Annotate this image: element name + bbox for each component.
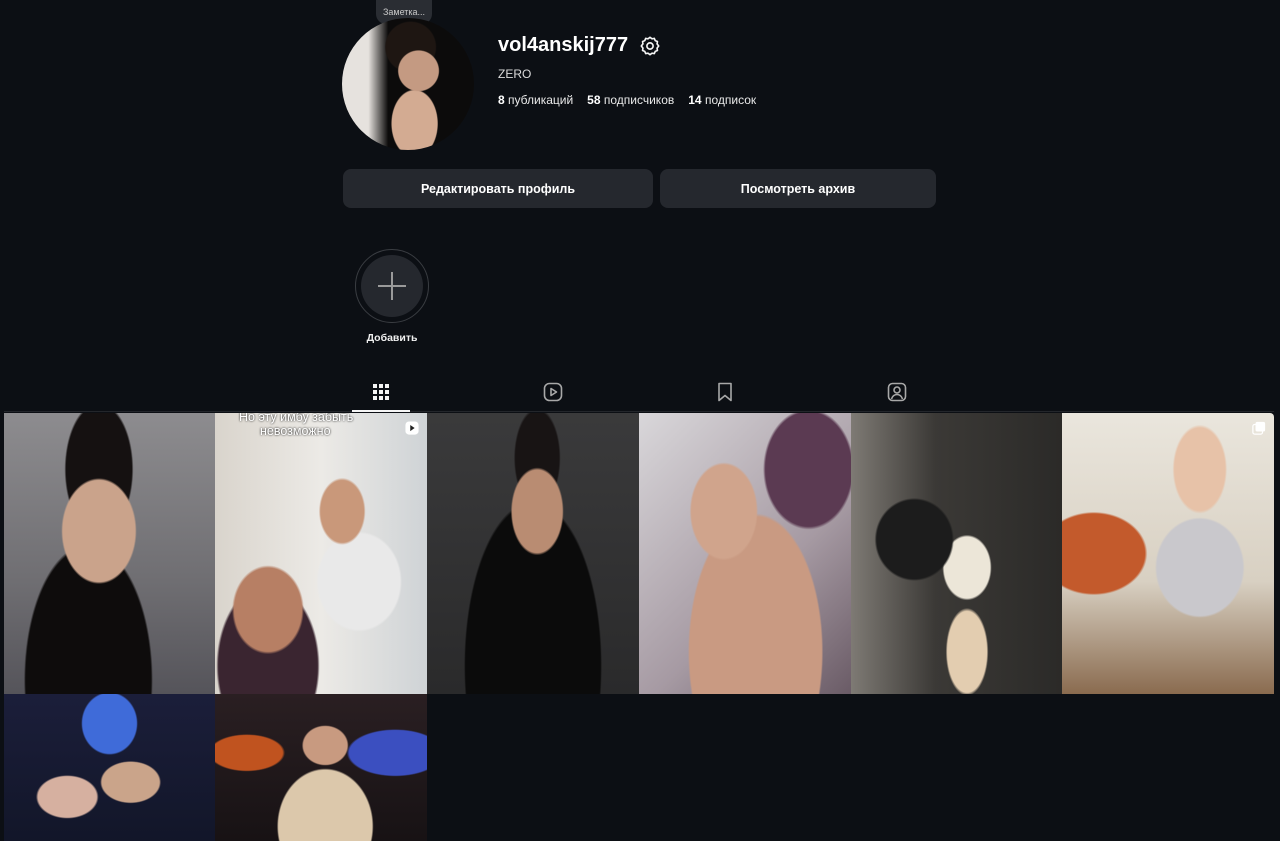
- add-highlight-circle: [361, 255, 423, 317]
- post-tile-5[interactable]: [851, 413, 1062, 694]
- settings-gear-icon[interactable]: [639, 35, 661, 57]
- grid-icon: [373, 384, 389, 400]
- add-highlight-label: Добавить: [366, 332, 418, 344]
- tagged-icon: [887, 382, 907, 402]
- profile-bio: ZERO: [498, 67, 532, 81]
- post-tile-2[interactable]: Но эту имбу забыть невозможно: [215, 413, 427, 694]
- view-archive-button[interactable]: Посмотреть архив: [660, 169, 936, 208]
- tab-posts[interactable]: [351, 372, 411, 412]
- overlay-line-1: Но эту имбу забыть: [239, 413, 354, 424]
- profile-stats: 8 публикаций 58 подписчиков 14 подписок: [498, 93, 770, 107]
- stat-followers-label: подписчиков: [603, 93, 675, 107]
- profile-page: Заметка... vol4anskij777 ZERO 8 публикац…: [0, 0, 1280, 841]
- tab-saved[interactable]: [695, 372, 755, 412]
- tab-reels[interactable]: [523, 372, 583, 412]
- tabs-divider: [4, 411, 1274, 412]
- username: vol4anskij777: [498, 34, 629, 56]
- carousel-badge-icon: [1252, 421, 1266, 435]
- stat-posts: 8 публикаций: [498, 93, 573, 107]
- post-tile-6[interactable]: [1062, 413, 1274, 694]
- stat-followers-value: 58: [587, 93, 601, 107]
- stat-followers[interactable]: 58 подписчиков: [587, 93, 674, 107]
- stat-following-value: 14: [688, 93, 702, 107]
- stat-posts-value: 8: [498, 93, 505, 107]
- reel-badge-icon: [405, 421, 419, 435]
- overlay-line-2: невозможно: [260, 424, 331, 438]
- tab-tagged[interactable]: [867, 372, 927, 412]
- saved-icon: [718, 382, 732, 402]
- plus-icon: [378, 272, 406, 300]
- edit-profile-button[interactable]: Редактировать профиль: [343, 169, 653, 208]
- post-tile-3[interactable]: [427, 413, 639, 694]
- post-tile-8[interactable]: [215, 694, 427, 841]
- post-tile-4[interactable]: [639, 413, 851, 694]
- add-highlight-button[interactable]: [355, 249, 429, 323]
- stat-following-label: подписок: [704, 93, 757, 107]
- post-tile-7[interactable]: [4, 694, 215, 841]
- active-tab-indicator: [352, 410, 410, 412]
- reels-icon: [543, 382, 563, 402]
- post-tile-1[interactable]: [4, 413, 215, 694]
- avatar[interactable]: [342, 18, 474, 150]
- note-text: Заметка...: [382, 7, 426, 17]
- stat-posts-label: публикаций: [508, 93, 574, 107]
- stat-following[interactable]: 14 подписок: [688, 93, 756, 107]
